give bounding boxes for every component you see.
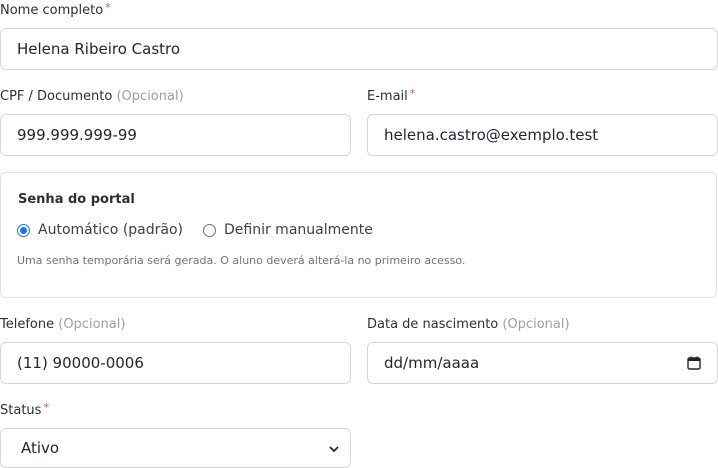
- telefone-value: (11) 90000-0006: [17, 354, 144, 372]
- email-label-text: E-mail: [367, 89, 408, 104]
- optional-marker: (Opcional): [502, 317, 570, 332]
- chevron-down-icon: [329, 446, 339, 453]
- email-label: E-mail *: [367, 87, 416, 106]
- calendar-icon[interactable]: [687, 356, 701, 370]
- nascimento-placeholder: dd/mm/aaaa: [384, 354, 480, 372]
- status-select[interactable]: Ativo: [0, 428, 351, 468]
- radio-auto[interactable]: Automático (padrão): [17, 222, 183, 238]
- email-value: helena.castro@exemplo.test: [384, 126, 599, 144]
- nome-label: Nome completo *: [0, 1, 111, 20]
- radio-manual[interactable]: Definir manualmente: [203, 222, 373, 238]
- radio-checked-icon: [17, 223, 30, 237]
- telefone-label-text: Telefone: [0, 317, 55, 332]
- nascimento-label: Data de nascimento (Opcional): [367, 316, 570, 334]
- nascimento-label-text: Data de nascimento: [367, 317, 499, 332]
- senha-hint: Uma senha temporária será gerada. O alun…: [17, 254, 466, 267]
- telefone-input[interactable]: (11) 90000-0006: [0, 342, 351, 384]
- required-marker: *: [409, 87, 416, 100]
- cpf-input[interactable]: 999.999.999-99: [0, 114, 351, 156]
- nascimento-input[interactable]: dd/mm/aaaa: [367, 342, 718, 384]
- cpf-label: CPF / Documento (Opcional): [0, 88, 184, 106]
- optional-marker: (Opcional): [58, 317, 126, 332]
- optional-marker: (Opcional): [116, 89, 184, 104]
- cpf-value: 999.999.999-99: [17, 126, 137, 144]
- nome-value: Helena Ribeiro Castro: [17, 40, 181, 58]
- nome-label-text: Nome completo: [0, 3, 104, 18]
- cpf-label-text: CPF / Documento: [0, 89, 113, 104]
- telefone-label: Telefone (Opcional): [0, 316, 125, 334]
- required-marker: *: [43, 401, 49, 414]
- radio-unchecked-icon: [203, 223, 216, 237]
- status-label-text: Status: [0, 403, 42, 418]
- status-value: Ativo: [21, 439, 60, 457]
- radio-auto-label: Automático (padrão): [38, 222, 183, 238]
- email-input[interactable]: helena.castro@exemplo.test: [367, 114, 718, 156]
- required-marker: *: [105, 1, 111, 14]
- student-form: Nome completo * Helena Ribeiro Castro CPF…: [0, 0, 718, 468]
- radio-manual-label: Definir manualmente: [224, 222, 373, 238]
- nome-input[interactable]: Helena Ribeiro Castro: [0, 28, 718, 70]
- senha-options: Automático (padrão) Definir manualmente: [17, 222, 373, 238]
- status-label: Status *: [0, 401, 49, 420]
- senha-title: Senha do portal: [18, 192, 135, 207]
